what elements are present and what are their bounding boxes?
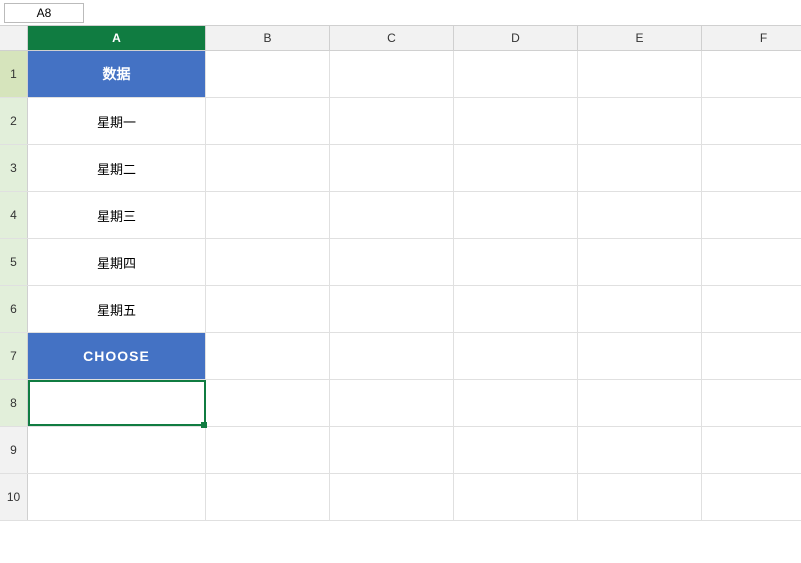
cell-1-E[interactable] (578, 51, 702, 97)
col-header-d[interactable]: D (454, 26, 578, 50)
cell-9-A[interactable] (28, 427, 206, 473)
table-row: 5星期四 (0, 239, 801, 286)
col-header-b[interactable]: B (206, 26, 330, 50)
cell-6-B[interactable] (206, 286, 330, 332)
row-number-10: 10 (0, 474, 28, 520)
row-number-1: 1 (0, 51, 28, 97)
cell-2-A[interactable]: 星期一 (28, 98, 206, 144)
cell-5-F[interactable] (702, 239, 801, 285)
cell-3-A[interactable]: 星期二 (28, 145, 206, 191)
cell-1-C[interactable] (330, 51, 454, 97)
cell-2-E[interactable] (578, 98, 702, 144)
fx-button[interactable] (132, 4, 150, 22)
cell-10-B[interactable] (206, 474, 330, 520)
cell-5-A[interactable]: 星期四 (28, 239, 206, 285)
cell-8-C[interactable] (330, 380, 454, 426)
row-number-7: 7 (0, 333, 28, 379)
cell-4-E[interactable] (578, 192, 702, 238)
cell-8-F[interactable] (702, 380, 801, 426)
table-row: 9 (0, 427, 801, 474)
confirm-button[interactable] (110, 4, 128, 22)
cell-8-D[interactable] (454, 380, 578, 426)
rows-container: 1数据2星期一3星期二4星期三5星期四6星期五7CHOOSE8910 (0, 51, 801, 563)
cell-7-E[interactable] (578, 333, 702, 379)
cell-5-E[interactable] (578, 239, 702, 285)
cell-8-E[interactable] (578, 380, 702, 426)
cell-4-B[interactable] (206, 192, 330, 238)
cell-9-D[interactable] (454, 427, 578, 473)
cell-6-E[interactable] (578, 286, 702, 332)
row-number-4: 4 (0, 192, 28, 238)
col-header-c[interactable]: C (330, 26, 454, 50)
cell-7-D[interactable] (454, 333, 578, 379)
row-number-5: 5 (0, 239, 28, 285)
cell-4-F[interactable] (702, 192, 801, 238)
table-row: 1数据 (0, 51, 801, 98)
table-row: 10 (0, 474, 801, 521)
cell-reference-box[interactable] (4, 3, 84, 23)
cell-4-A[interactable]: 星期三 (28, 192, 206, 238)
cell-5-B[interactable] (206, 239, 330, 285)
cell-4-D[interactable] (454, 192, 578, 238)
col-header-e[interactable]: E (578, 26, 702, 50)
cell-6-F[interactable] (702, 286, 801, 332)
cell-2-F[interactable] (702, 98, 801, 144)
spreadsheet: ABCDEF 1数据2星期一3星期二4星期三5星期四6星期五7CHOOSE891… (0, 26, 801, 563)
cell-10-F[interactable] (702, 474, 801, 520)
cell-2-C[interactable] (330, 98, 454, 144)
cell-10-C[interactable] (330, 474, 454, 520)
cell-2-B[interactable] (206, 98, 330, 144)
table-row: 4星期三 (0, 192, 801, 239)
table-row: 8 (0, 380, 801, 427)
cell-9-F[interactable] (702, 427, 801, 473)
cell-6-A[interactable]: 星期五 (28, 286, 206, 332)
cell-9-E[interactable] (578, 427, 702, 473)
row-number-6: 6 (0, 286, 28, 332)
cell-10-D[interactable] (454, 474, 578, 520)
cell-4-C[interactable] (330, 192, 454, 238)
cell-5-C[interactable] (330, 239, 454, 285)
cell-1-F[interactable] (702, 51, 801, 97)
cell-8-A[interactable] (28, 380, 206, 426)
table-row: 3星期二 (0, 145, 801, 192)
row-number-3: 3 (0, 145, 28, 191)
cell-resize-handle[interactable] (201, 422, 207, 428)
cell-9-B[interactable] (206, 427, 330, 473)
cell-7-F[interactable] (702, 333, 801, 379)
cancel-button[interactable] (88, 4, 106, 22)
cell-9-C[interactable] (330, 427, 454, 473)
cell-7-B[interactable] (206, 333, 330, 379)
cell-5-D[interactable] (454, 239, 578, 285)
table-row: 7CHOOSE (0, 333, 801, 380)
cell-1-D[interactable] (454, 51, 578, 97)
table-row: 6星期五 (0, 286, 801, 333)
formula-bar (0, 0, 801, 26)
cell-3-F[interactable] (702, 145, 801, 191)
cell-3-C[interactable] (330, 145, 454, 191)
col-header-a[interactable]: A (28, 26, 206, 50)
corner-header (0, 26, 28, 50)
cell-8-B[interactable] (206, 380, 330, 426)
cell-10-A[interactable] (28, 474, 206, 520)
cell-3-B[interactable] (206, 145, 330, 191)
row-number-9: 9 (0, 427, 28, 473)
cell-3-D[interactable] (454, 145, 578, 191)
cell-6-C[interactable] (330, 286, 454, 332)
col-header-f[interactable]: F (702, 26, 801, 50)
cell-7-A[interactable]: CHOOSE (28, 333, 206, 379)
row-number-2: 2 (0, 98, 28, 144)
cell-1-B[interactable] (206, 51, 330, 97)
row-number-8: 8 (0, 380, 28, 426)
cell-1-A[interactable]: 数据 (28, 51, 206, 97)
table-row: 2星期一 (0, 98, 801, 145)
cell-3-E[interactable] (578, 145, 702, 191)
cell-2-D[interactable] (454, 98, 578, 144)
cell-10-E[interactable] (578, 474, 702, 520)
cell-6-D[interactable] (454, 286, 578, 332)
cell-7-C[interactable] (330, 333, 454, 379)
column-headers: ABCDEF (0, 26, 801, 51)
formula-input[interactable] (154, 3, 797, 23)
